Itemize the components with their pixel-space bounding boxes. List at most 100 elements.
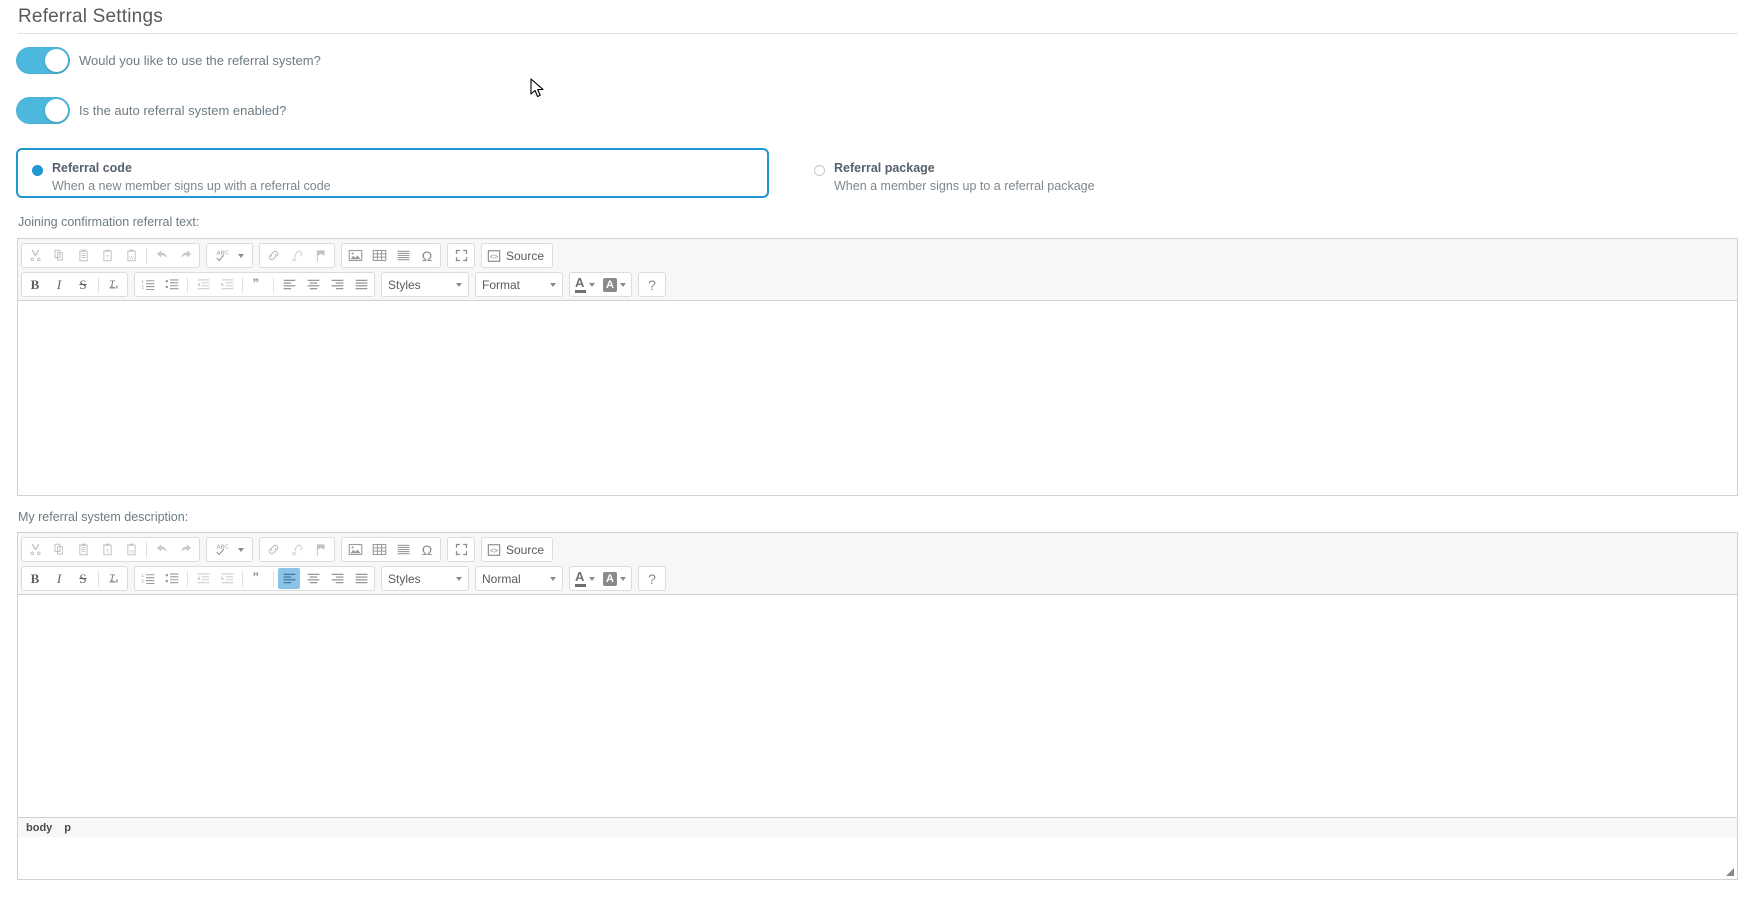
- toggle-referral-system[interactable]: [16, 47, 70, 74]
- special-character-icon[interactable]: Ω: [416, 539, 438, 560]
- editor-content-referral-description[interactable]: [18, 595, 1737, 817]
- remove-format-icon[interactable]: Tx: [103, 274, 125, 295]
- option-card-referral-package[interactable]: Referral package When a member signs up …: [798, 148, 1318, 198]
- link-icon[interactable]: [262, 245, 284, 266]
- option-card-referral-code[interactable]: Referral code When a new member signs up…: [16, 148, 769, 198]
- spellcheck-icon[interactable]: ABC: [209, 245, 250, 266]
- background-color-button[interactable]: A: [600, 568, 629, 589]
- source-icon: <>: [487, 543, 501, 556]
- outdent-icon[interactable]: [192, 568, 214, 589]
- styles-dropdown[interactable]: Styles: [381, 566, 469, 591]
- radio-icon-referral-package[interactable]: [814, 165, 825, 176]
- paste-from-word-icon[interactable]: W: [120, 245, 142, 266]
- help-icon[interactable]: ?: [641, 274, 663, 295]
- toolbar-separator: [187, 570, 188, 587]
- styles-dropdown-value: Styles: [388, 571, 421, 586]
- format-dropdown[interactable]: Format: [475, 272, 563, 297]
- unlink-icon[interactable]: [286, 245, 308, 266]
- numbered-list-icon[interactable]: 12: [137, 568, 159, 589]
- text-color-button[interactable]: A: [572, 274, 598, 295]
- omega-glyph: Ω: [421, 541, 433, 558]
- anchor-icon[interactable]: [310, 539, 332, 560]
- status-element-body[interactable]: body: [26, 822, 52, 834]
- table-icon[interactable]: [368, 245, 390, 266]
- text-color-button[interactable]: A: [572, 568, 598, 589]
- italic-icon[interactable]: I: [48, 568, 70, 589]
- justify-icon[interactable]: [350, 274, 372, 295]
- toolbar-row-1: T W ABC Ω <> Source: [21, 536, 1734, 563]
- format-dropdown[interactable]: Normal: [475, 566, 563, 591]
- redo-icon[interactable]: [175, 539, 197, 560]
- align-right-icon[interactable]: [326, 274, 348, 295]
- status-element-p[interactable]: p: [64, 822, 71, 834]
- align-left-icon[interactable]: [278, 568, 300, 589]
- source-button[interactable]: <> Source: [481, 537, 554, 562]
- radio-icon-referral-code[interactable]: [32, 165, 43, 176]
- editor-toolbar: T W ABC Ω <> Source B I S T x 1 2 ” Styl…: [18, 533, 1737, 595]
- copy-icon[interactable]: [48, 539, 70, 560]
- paste-from-word-icon[interactable]: W: [120, 539, 142, 560]
- toggle-auto-referral[interactable]: [16, 97, 70, 124]
- table-icon[interactable]: [368, 539, 390, 560]
- bold-icon[interactable]: B: [24, 274, 46, 295]
- option-title-referral-code: Referral code: [52, 161, 132, 175]
- bulleted-list-icon[interactable]: [161, 568, 183, 589]
- paste-as-text-icon[interactable]: T: [96, 245, 118, 266]
- justify-icon[interactable]: [350, 568, 372, 589]
- maximize-icon[interactable]: [450, 539, 472, 560]
- about-group: ?: [638, 272, 666, 297]
- indent-icon[interactable]: [216, 274, 238, 295]
- chevron-down-icon: [238, 253, 244, 258]
- editor-content-joining-confirmation[interactable]: [18, 301, 1737, 494]
- anchor-icon[interactable]: [310, 245, 332, 266]
- help-icon[interactable]: ?: [641, 568, 663, 589]
- bold-icon[interactable]: B: [24, 568, 46, 589]
- paste-icon[interactable]: [72, 245, 94, 266]
- source-icon: <>: [487, 249, 501, 262]
- indent-icon[interactable]: [216, 568, 238, 589]
- bulleted-list-icon[interactable]: [161, 274, 183, 295]
- clipboard-group: T W: [21, 243, 200, 268]
- maximize-icon[interactable]: [450, 245, 472, 266]
- blockquote-icon[interactable]: ”: [247, 274, 269, 295]
- align-center-icon[interactable]: [302, 568, 324, 589]
- paste-icon[interactable]: [72, 539, 94, 560]
- styles-dropdown[interactable]: Styles: [381, 272, 469, 297]
- outdent-icon[interactable]: [192, 274, 214, 295]
- strikethrough-icon[interactable]: S: [72, 274, 94, 295]
- field-label-joining-confirmation: Joining confirmation referral text:: [18, 215, 200, 229]
- redo-icon[interactable]: [175, 245, 197, 266]
- cut-icon[interactable]: [24, 539, 46, 560]
- spellcheck-icon[interactable]: ABC: [209, 539, 250, 560]
- strikethrough-icon[interactable]: S: [72, 568, 94, 589]
- link-icon[interactable]: [262, 539, 284, 560]
- special-character-icon[interactable]: Ω: [416, 245, 438, 266]
- paste-as-text-icon[interactable]: T: [96, 539, 118, 560]
- text-color-icon: A: [575, 570, 586, 587]
- background-color-button[interactable]: A: [600, 274, 629, 295]
- undo-icon[interactable]: [151, 245, 173, 266]
- image-icon[interactable]: [344, 539, 366, 560]
- numbered-list-icon[interactable]: 12: [137, 274, 159, 295]
- blockquote-icon[interactable]: ”: [247, 568, 269, 589]
- italic-icon[interactable]: I: [48, 274, 70, 295]
- paragraph-group: 12 ”: [134, 272, 375, 297]
- svg-text:<>: <>: [490, 254, 498, 261]
- horizontal-rule-icon[interactable]: [392, 539, 414, 560]
- align-center-icon[interactable]: [302, 274, 324, 295]
- option-title-referral-package: Referral package: [834, 161, 935, 175]
- copy-icon[interactable]: [48, 245, 70, 266]
- option-description-referral-package: When a member signs up to a referral pac…: [834, 178, 1095, 193]
- cut-icon[interactable]: [24, 245, 46, 266]
- unlink-icon[interactable]: [286, 539, 308, 560]
- undo-icon[interactable]: [151, 539, 173, 560]
- align-left-icon[interactable]: [278, 274, 300, 295]
- svg-text:2: 2: [141, 285, 144, 290]
- source-button[interactable]: <> Source: [481, 243, 554, 268]
- remove-format-icon[interactable]: Tx: [103, 568, 125, 589]
- image-icon[interactable]: [344, 245, 366, 266]
- basic-styles-group: B I S Tx: [21, 566, 128, 591]
- align-right-icon[interactable]: [326, 568, 348, 589]
- resize-handle-icon[interactable]: [1725, 867, 1735, 877]
- horizontal-rule-icon[interactable]: [392, 245, 414, 266]
